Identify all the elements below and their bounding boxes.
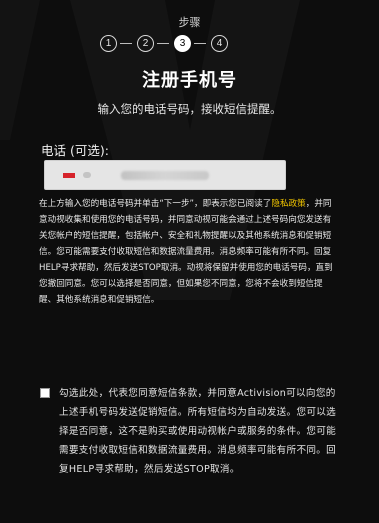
country-flag-icon[interactable] — [63, 173, 75, 178]
notice-text-start: 在上方输入您的电话号码并单击“下一步”，即表示您已阅读了 — [39, 199, 272, 209]
step-4: 4 — [211, 35, 228, 52]
step-3-active: 3 — [174, 35, 191, 52]
phone-label: 电话 (可选): — [41, 143, 109, 158]
step-connector — [194, 43, 206, 44]
page-subtitle: 输入您的电话号码，接收短信提醒。 — [97, 102, 282, 116]
step-connector — [157, 43, 169, 44]
privacy-policy-link[interactable]: 隐私政策 — [271, 199, 305, 209]
redacted-country-code — [83, 172, 91, 178]
page-title: 注册手机号 — [142, 70, 237, 91]
redacted-phone-number — [121, 171, 209, 180]
notice-text-end: ，并同意动视收集和使用您的电话号码，并同意动视可能会通过上述号码向您发送有关您帐… — [39, 199, 333, 305]
step-indicator: 1 2 3 4 — [100, 35, 240, 55]
consent-text: 勾选此处，代表您同意短信条款，并同意Activision可以向您的上述手机号码发… — [59, 388, 337, 475]
step-2: 2 — [137, 35, 154, 52]
sms-notice: 在上方输入您的电话号码并单击“下一步”，即表示您已阅读了隐私政策，并同意动视收集… — [39, 196, 339, 308]
phone-input[interactable] — [44, 160, 286, 190]
steps-title: 步骤 — [178, 16, 201, 29]
consent-checkbox[interactable] — [40, 388, 50, 398]
step-connector — [120, 43, 132, 44]
step-1: 1 — [100, 35, 117, 52]
